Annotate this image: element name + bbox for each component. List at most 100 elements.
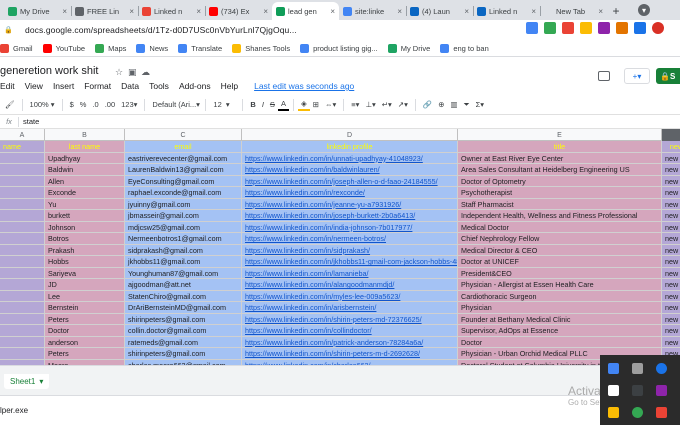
header-cell[interactable]: new bbox=[662, 141, 680, 153]
table-cell[interactable]: new bbox=[662, 198, 680, 210]
sheet-menu-icon[interactable]: ▾ bbox=[39, 377, 43, 386]
table-cell[interactable]: Prakash bbox=[45, 244, 125, 256]
font-select[interactable]: Default (Ari... ▾ bbox=[149, 97, 201, 113]
table-cell[interactable]: DrAriBernsteinMD@gmail.com bbox=[125, 302, 242, 314]
table-cell[interactable]: new bbox=[662, 221, 680, 233]
table-cell[interactable]: new bbox=[662, 244, 680, 256]
text-rotate-icon[interactable]: ↗▾ bbox=[395, 97, 411, 113]
table-cell[interactable]: LaurenBaldwin13@gmail.com bbox=[125, 164, 242, 176]
bookmark-item[interactable]: News bbox=[136, 43, 168, 53]
bookmark-item[interactable]: Maps bbox=[95, 43, 126, 53]
table-cell[interactable]: new bbox=[662, 210, 680, 222]
table-cell[interactable]: shirinpeters@gmail.com bbox=[125, 313, 242, 325]
table-cell[interactable] bbox=[0, 348, 45, 360]
vertical-align-icon[interactable]: ⊥▾ bbox=[362, 97, 378, 113]
table-cell[interactable] bbox=[0, 279, 45, 291]
bookmark-item[interactable]: Gmail bbox=[0, 43, 33, 53]
linkedin-link[interactable]: https://www.linkedin.com/in/shirin-peter… bbox=[245, 349, 420, 358]
table-cell[interactable] bbox=[0, 336, 45, 348]
paint-format-icon[interactable]: 🖌 bbox=[2, 97, 18, 113]
table-cell[interactable]: https://www.linkedin.com/in/unnati-upadh… bbox=[242, 152, 458, 164]
menu-help[interactable]: Help bbox=[221, 81, 238, 91]
table-cell[interactable]: EyeConsulting@gmail.com bbox=[125, 175, 242, 187]
table-cell[interactable] bbox=[0, 221, 45, 233]
spreadsheet-grid[interactable]: ABCDE name last name email linkedin profile… bbox=[0, 129, 680, 365]
linkedin-link[interactable]: https://www.linkedin.com/in/myles-lee-00… bbox=[245, 292, 400, 301]
tray-app-icon[interactable] bbox=[656, 363, 667, 374]
browser-tab[interactable]: New Tab × bbox=[540, 2, 607, 20]
table-cell[interactable]: Doctor of Optometry bbox=[458, 175, 662, 187]
table-cell[interactable]: https://www.linkedin.com/in/baldwinlaure… bbox=[242, 164, 458, 176]
comments-icon[interactable] bbox=[598, 71, 610, 81]
table-cell[interactable] bbox=[0, 325, 45, 337]
table-cell[interactable]: jkhobbs11@gmail.com bbox=[125, 256, 242, 268]
table-cell[interactable]: new bbox=[662, 302, 680, 314]
linkedin-link[interactable]: https://www.linkedin.com/in/unnati-upadh… bbox=[245, 154, 423, 163]
table-cell[interactable]: Hobbs bbox=[45, 256, 125, 268]
table-cell[interactable] bbox=[0, 164, 45, 176]
close-tab-icon[interactable]: × bbox=[397, 7, 402, 16]
table-cell[interactable]: jyuinny@gmail.com bbox=[125, 198, 242, 210]
table-cell[interactable]: mdjcsw25@gmail.com bbox=[125, 221, 242, 233]
insert-chart-icon[interactable]: ▥ bbox=[448, 97, 461, 113]
header-cell[interactable]: title bbox=[458, 141, 662, 153]
table-cell[interactable]: https://www.linkedin.com/in/lamanieba/ bbox=[242, 267, 458, 279]
table-cell[interactable] bbox=[0, 313, 45, 325]
tray-app-icon[interactable] bbox=[656, 385, 667, 396]
header-cell[interactable]: linkedin profile bbox=[242, 141, 458, 153]
table-cell[interactable] bbox=[0, 175, 45, 187]
browser-tab[interactable]: Linked n × bbox=[138, 2, 205, 20]
column-header[interactable]: E bbox=[458, 129, 662, 141]
column-header[interactable]: A bbox=[0, 129, 45, 141]
table-cell[interactable] bbox=[0, 256, 45, 268]
close-tab-icon[interactable]: × bbox=[129, 7, 134, 16]
table-cell[interactable]: collin.doctor@gmail.com bbox=[125, 325, 242, 337]
header-cell[interactable]: name bbox=[0, 141, 45, 153]
table-cell[interactable]: Peters bbox=[45, 313, 125, 325]
bookmark-item[interactable]: My Drive bbox=[387, 43, 430, 53]
linkedin-link[interactable]: https://www.linkedin.com/in/jeanne-yu-a7… bbox=[245, 200, 401, 209]
browser-tab[interactable]: site:linke × bbox=[339, 2, 406, 20]
star-icon[interactable]: ☆ bbox=[115, 67, 123, 78]
table-cell[interactable]: https://www.linkedin.com/in/nermeen-botr… bbox=[242, 233, 458, 245]
browser-tab[interactable]: (4) Laun × bbox=[406, 2, 473, 20]
present-button[interactable]: +▾ bbox=[624, 68, 650, 84]
linkedin-link[interactable]: https://www.linkedin.com/in/baldwinlaure… bbox=[245, 165, 380, 174]
tray-app-icon[interactable] bbox=[632, 363, 643, 374]
column-header[interactable]: C bbox=[125, 129, 242, 141]
table-cell[interactable]: Independent Health, Wellness and Fitness… bbox=[458, 210, 662, 222]
table-cell[interactable]: https://www.linkedin.com/in/shirin-peter… bbox=[242, 348, 458, 360]
column-header[interactable]: D bbox=[242, 129, 458, 141]
tray-app-icon[interactable] bbox=[656, 407, 667, 418]
sheet-tab-sheet1[interactable]: Sheet1 ▾ bbox=[4, 374, 50, 389]
table-cell[interactable]: new bbox=[662, 279, 680, 291]
table-cell[interactable]: https://www.linkedin.com/in/shirin-peter… bbox=[242, 313, 458, 325]
table-cell[interactable]: Medical Doctor bbox=[458, 221, 662, 233]
tray-app-icon[interactable] bbox=[608, 407, 619, 418]
table-cell[interactable]: new bbox=[662, 290, 680, 302]
table-cell[interactable]: https://www.linkedin.com/in/arisbernstei… bbox=[242, 302, 458, 314]
menu-format[interactable]: Format bbox=[84, 81, 111, 91]
table-cell[interactable] bbox=[0, 244, 45, 256]
table-cell[interactable]: new bbox=[662, 164, 680, 176]
table-cell[interactable]: new bbox=[662, 267, 680, 279]
table-cell[interactable]: Doctor bbox=[45, 325, 125, 337]
table-cell[interactable]: Physician - Allergist at Essen Health Ca… bbox=[458, 279, 662, 291]
table-cell[interactable]: Area Sales Consultant at Heidelberg Engi… bbox=[458, 164, 662, 176]
doc-title[interactable]: generetion work shit bbox=[0, 65, 98, 77]
menu-add-ons[interactable]: Add-ons bbox=[179, 81, 211, 91]
extension-icon[interactable] bbox=[616, 22, 628, 34]
currency-button[interactable]: $ bbox=[67, 97, 77, 113]
linkedin-link[interactable]: https://www.linkedin.com/in/sidprakash/ bbox=[245, 246, 370, 255]
bookmark-item[interactable]: eng to ban bbox=[440, 43, 489, 53]
table-cell[interactable] bbox=[0, 187, 45, 199]
table-cell[interactable] bbox=[0, 233, 45, 245]
insert-link-icon[interactable]: 🔗 bbox=[420, 97, 435, 113]
table-cell[interactable]: jbmasseir@gmail.com bbox=[125, 210, 242, 222]
column-header[interactable] bbox=[662, 129, 680, 141]
bookmark-item[interactable]: YouTube bbox=[42, 43, 85, 53]
table-cell[interactable]: Peters bbox=[45, 348, 125, 360]
table-cell[interactable]: Baldwin bbox=[45, 164, 125, 176]
table-cell[interactable]: Doctor bbox=[458, 336, 662, 348]
column-header[interactable]: B bbox=[45, 129, 125, 141]
